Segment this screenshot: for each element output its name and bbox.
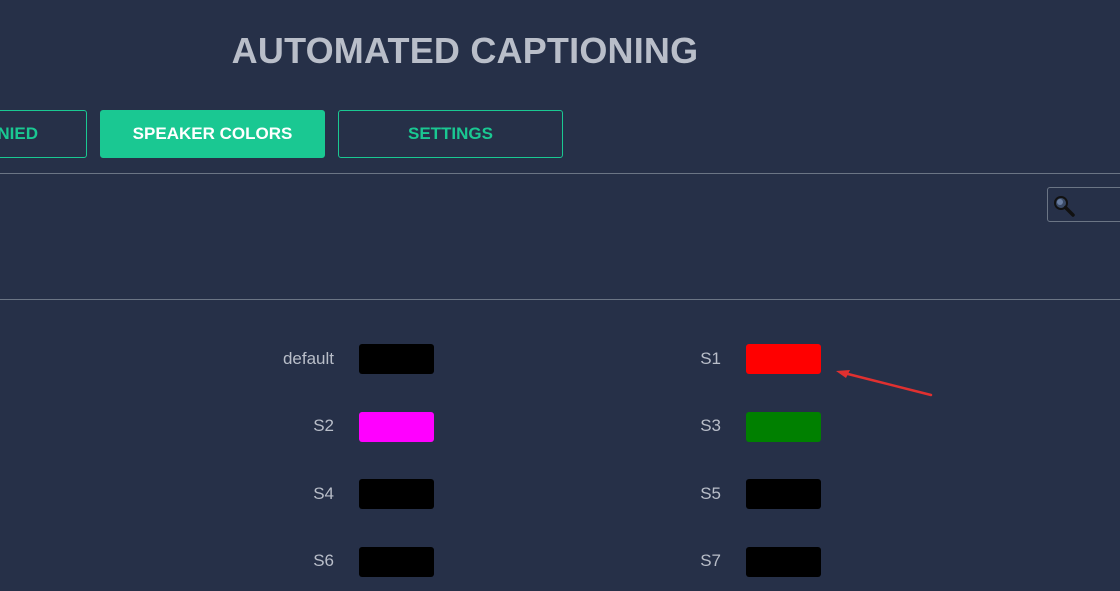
speaker-label-wrap: S5 [600,479,721,509]
divider [0,299,1120,300]
speaker-label-wrap: S4 [200,479,334,509]
annotation-arrow [836,370,933,397]
color-swatch-s5[interactable] [746,479,821,509]
tab-label: SPEAKER COLORS [132,124,293,143]
speaker-label-s1: S1 [700,349,721,368]
search-input[interactable] [1047,187,1120,222]
divider [0,173,1120,174]
speaker-label-wrap: S7 [600,546,721,576]
speaker-label-default: default [282,349,334,368]
tab-settings[interactable]: SETTINGS [338,110,563,158]
tab-label: SETTINGS [407,124,493,143]
speaker-label-s2: S2 [313,416,334,435]
speaker-label-wrap: S3 [600,411,721,441]
tab-label: NIED [0,124,38,143]
color-swatch-s7[interactable] [746,547,821,577]
speaker-label-wrap: S6 [200,546,334,576]
color-swatch-default[interactable] [359,344,434,374]
color-swatch-s6[interactable] [359,547,434,577]
color-swatch-s4[interactable] [359,479,434,509]
speaker-label-s4: S4 [313,484,334,503]
page-title: AUTOMATED CAPTIONING [231,30,699,71]
speaker-label-wrap: default [200,344,334,374]
speaker-label-wrap: S1 [600,344,721,374]
speaker-label-s5: S5 [700,484,721,503]
speaker-label-s6: S6 [313,551,334,570]
speaker-label-s7: S7 [700,551,721,570]
tab-cut-off[interactable]: NIED [0,110,87,158]
speaker-label-s3: S3 [700,416,721,435]
tab-speaker-colors[interactable]: SPEAKER COLORS [100,110,325,158]
color-swatch-s2[interactable] [359,412,434,442]
magnifier-icon [1054,196,1075,217]
color-swatch-s3[interactable] [746,412,821,442]
page: AUTOMATED CAPTIONING NIED SPEAKER COLORS… [0,0,1120,591]
speaker-label-wrap: S2 [200,411,334,441]
color-swatch-s1[interactable] [746,344,821,374]
